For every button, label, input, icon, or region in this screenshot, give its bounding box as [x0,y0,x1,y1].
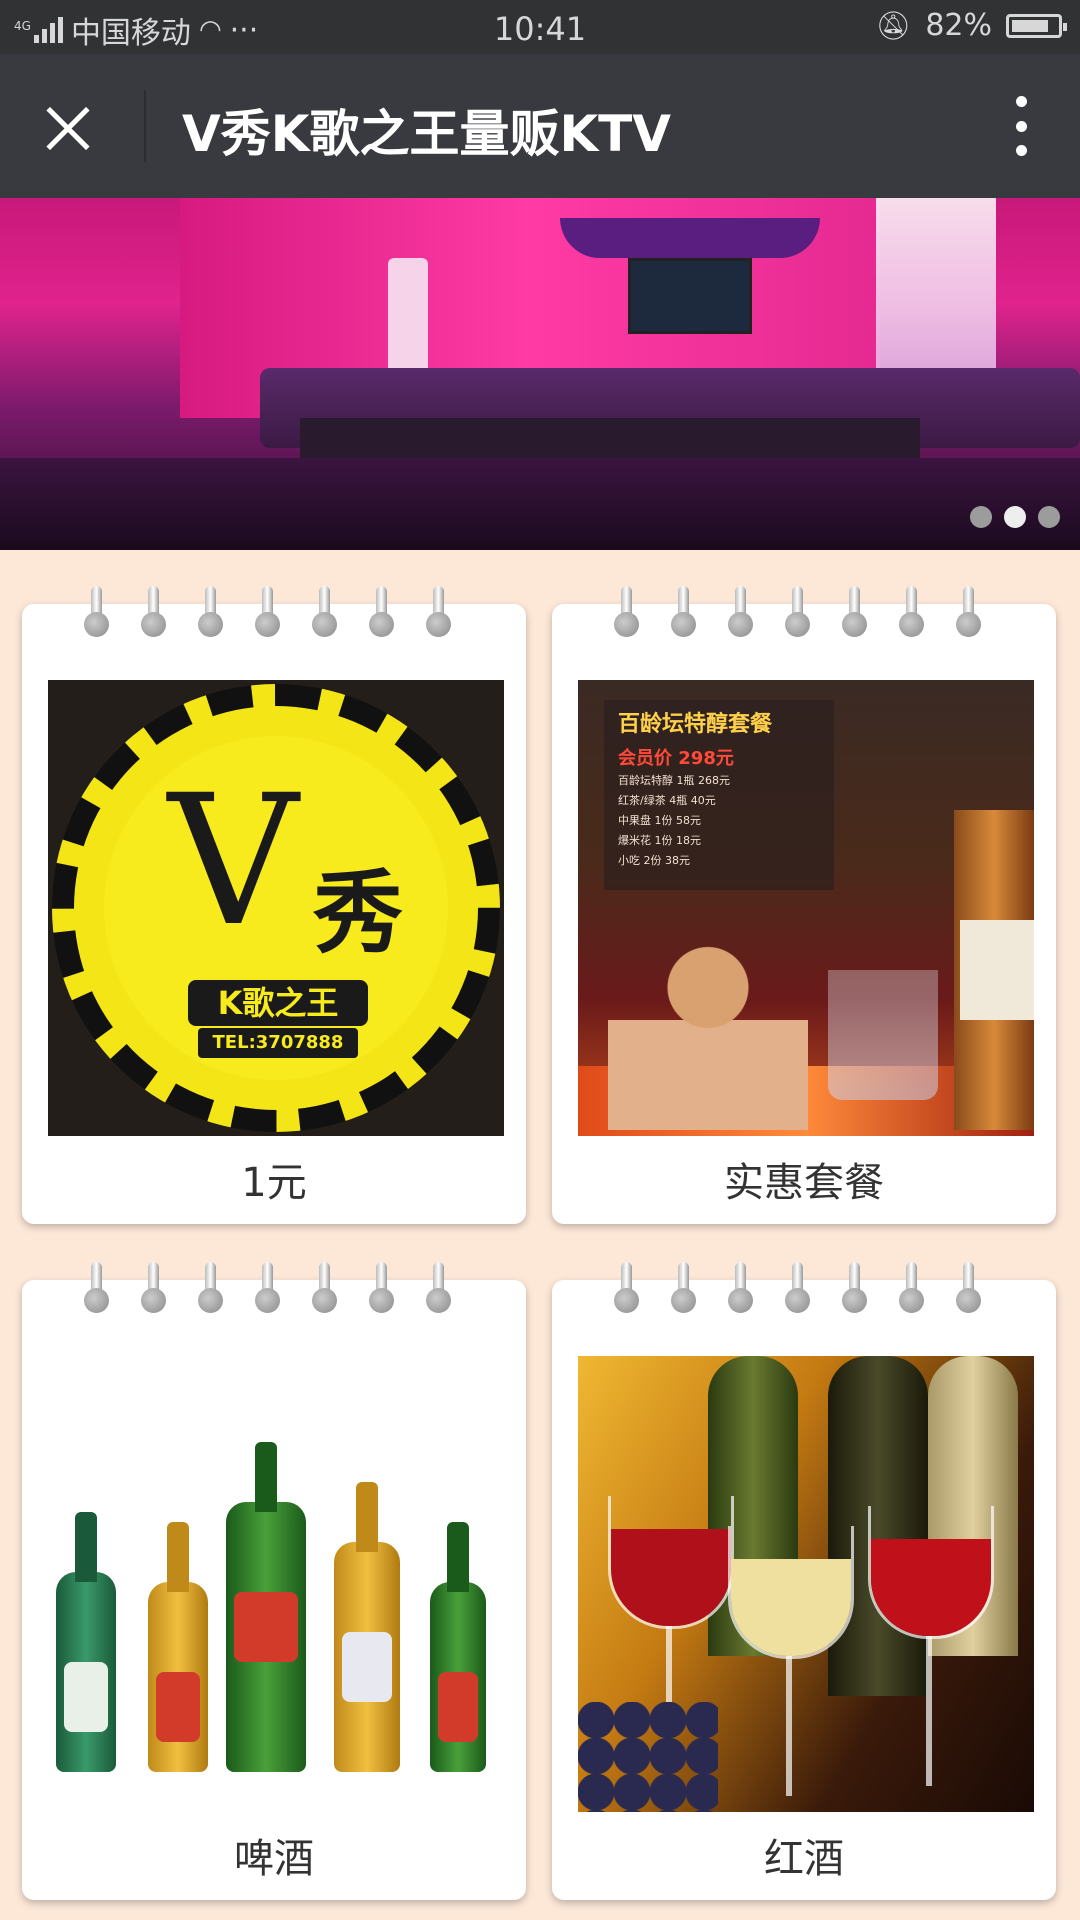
title-bar: V秀K歌之王量贩KTV [0,54,1080,198]
product-card-4[interactable]: 红酒 [552,1262,1056,1900]
menu-row: 百龄坛特醇 1瓶 268元 [618,774,730,787]
status-right: 🔕︎ 82% [875,8,1067,43]
carousel-dot[interactable] [1038,506,1060,528]
red-wine-image [578,1356,1034,1812]
product-label: 1元 [241,1160,307,1206]
grapes [578,1702,718,1812]
banner-curtain [560,218,820,258]
menu-row: 小吃 2份 38元 [618,854,690,867]
notebook-rings [614,586,981,640]
product-image [578,1356,1034,1812]
status-bar: 4G 中国移动 ◠ ··· 10:41 🔕︎ 82% [0,0,1080,54]
whisky-package-image: 百龄坛特醇套餐 会员价 298元 百龄坛特醇 1瓶 268元 红茶/绿茶 4瓶 … [578,680,1034,1136]
product-card-1[interactable]: V 秀 K歌之王 TEL:3707888 1元 [22,586,526,1224]
banner-screen [628,258,752,334]
battery-icon [1006,13,1067,38]
model-figure [608,940,808,1130]
logo-xiu: 秀 [313,861,403,966]
menu-title: 百龄坛特醇套餐 [618,712,773,737]
product-label: 实惠套餐 [724,1160,884,1206]
bell-off-icon: 🔕︎ [875,9,912,42]
menu-row: 中果盘 1份 58元 [618,814,701,827]
whisky-bottle [954,810,1034,1130]
carousel-dots [970,506,1060,528]
more-menu-icon[interactable] [1016,96,1028,156]
banner-floor [0,458,1080,550]
battery-percent: 82% [925,8,992,43]
banner-table [300,418,920,458]
menu-row: 红茶/绿茶 4瓶 40元 [618,794,716,807]
menu-row: 爆米花 1份 18元 [618,834,701,847]
close-icon[interactable] [40,100,96,156]
banner-carousel[interactable] [0,198,1080,550]
title-divider [144,90,146,162]
notebook-rings [84,1262,451,1316]
carousel-dot-active[interactable] [1004,506,1026,528]
logo-brand: K歌之王 [188,980,368,1026]
product-image: V 秀 K歌之王 TEL:3707888 [48,680,504,1136]
notebook-rings [84,586,451,640]
notebook-rings [614,1262,981,1316]
menu-price: 会员价 298元 [618,748,734,769]
product-image [48,1356,504,1812]
banner-tower [388,258,428,368]
carousel-dot[interactable] [970,506,992,528]
product-card-2[interactable]: 百龄坛特醇套餐 会员价 298元 百龄坛特醇 1瓶 268元 红茶/绿茶 4瓶 … [552,586,1056,1224]
v-show-logo: V 秀 K歌之王 TEL:3707888 [48,680,504,1136]
product-card-3[interactable]: 啤酒 [22,1262,526,1900]
beer-bottles-image [48,1356,504,1812]
whisky-glass [828,970,938,1100]
logo-v: V [168,757,298,966]
package-menu: 百龄坛特醇套餐 会员价 298元 百龄坛特醇 1瓶 268元 红茶/绿茶 4瓶 … [604,700,834,890]
page-title: V秀K歌之王量贩KTV [182,105,671,163]
product-label: 啤酒 [234,1836,314,1882]
product-image: 百龄坛特醇套餐 会员价 298元 百龄坛特醇 1瓶 268元 红茶/绿茶 4瓶 … [578,680,1034,1136]
logo-tel: TEL:3707888 [198,1028,358,1058]
product-label: 红酒 [764,1836,844,1882]
